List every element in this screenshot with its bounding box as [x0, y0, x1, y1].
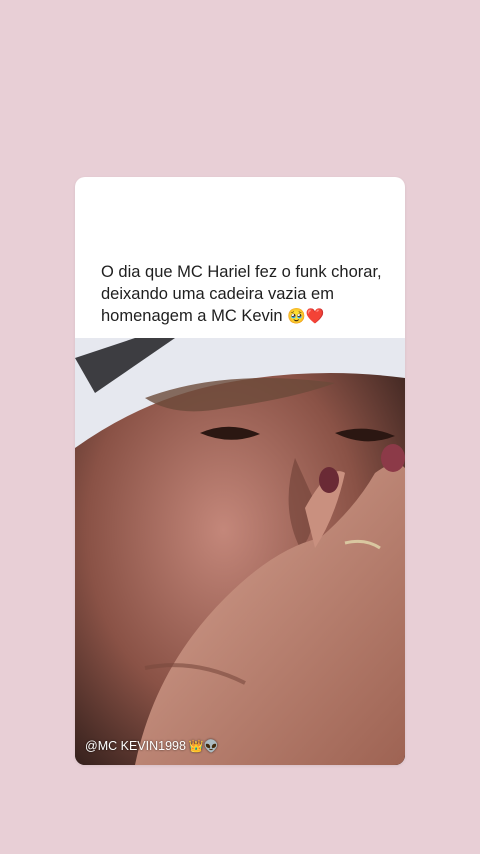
watermark-handle: @MC KEVIN1998 — [85, 739, 186, 753]
post-caption: O dia que MC Hariel fez o funk chorar, d… — [101, 261, 401, 328]
caption-emojis: 🥹❤️ — [287, 308, 325, 325]
post-media-photo[interactable]: @MC KEVIN1998 👑👽 — [75, 338, 405, 765]
watermark: @MC KEVIN1998 👑👽 — [85, 739, 219, 753]
watermark-badges: 👑👽 — [188, 739, 219, 753]
post-card[interactable]: O dia que MC Hariel fez o funk chorar, d… — [75, 177, 405, 765]
photo-crying-woman-icon — [75, 338, 405, 765]
caption-text: O dia que MC Hariel fez o funk chorar, d… — [101, 263, 382, 325]
